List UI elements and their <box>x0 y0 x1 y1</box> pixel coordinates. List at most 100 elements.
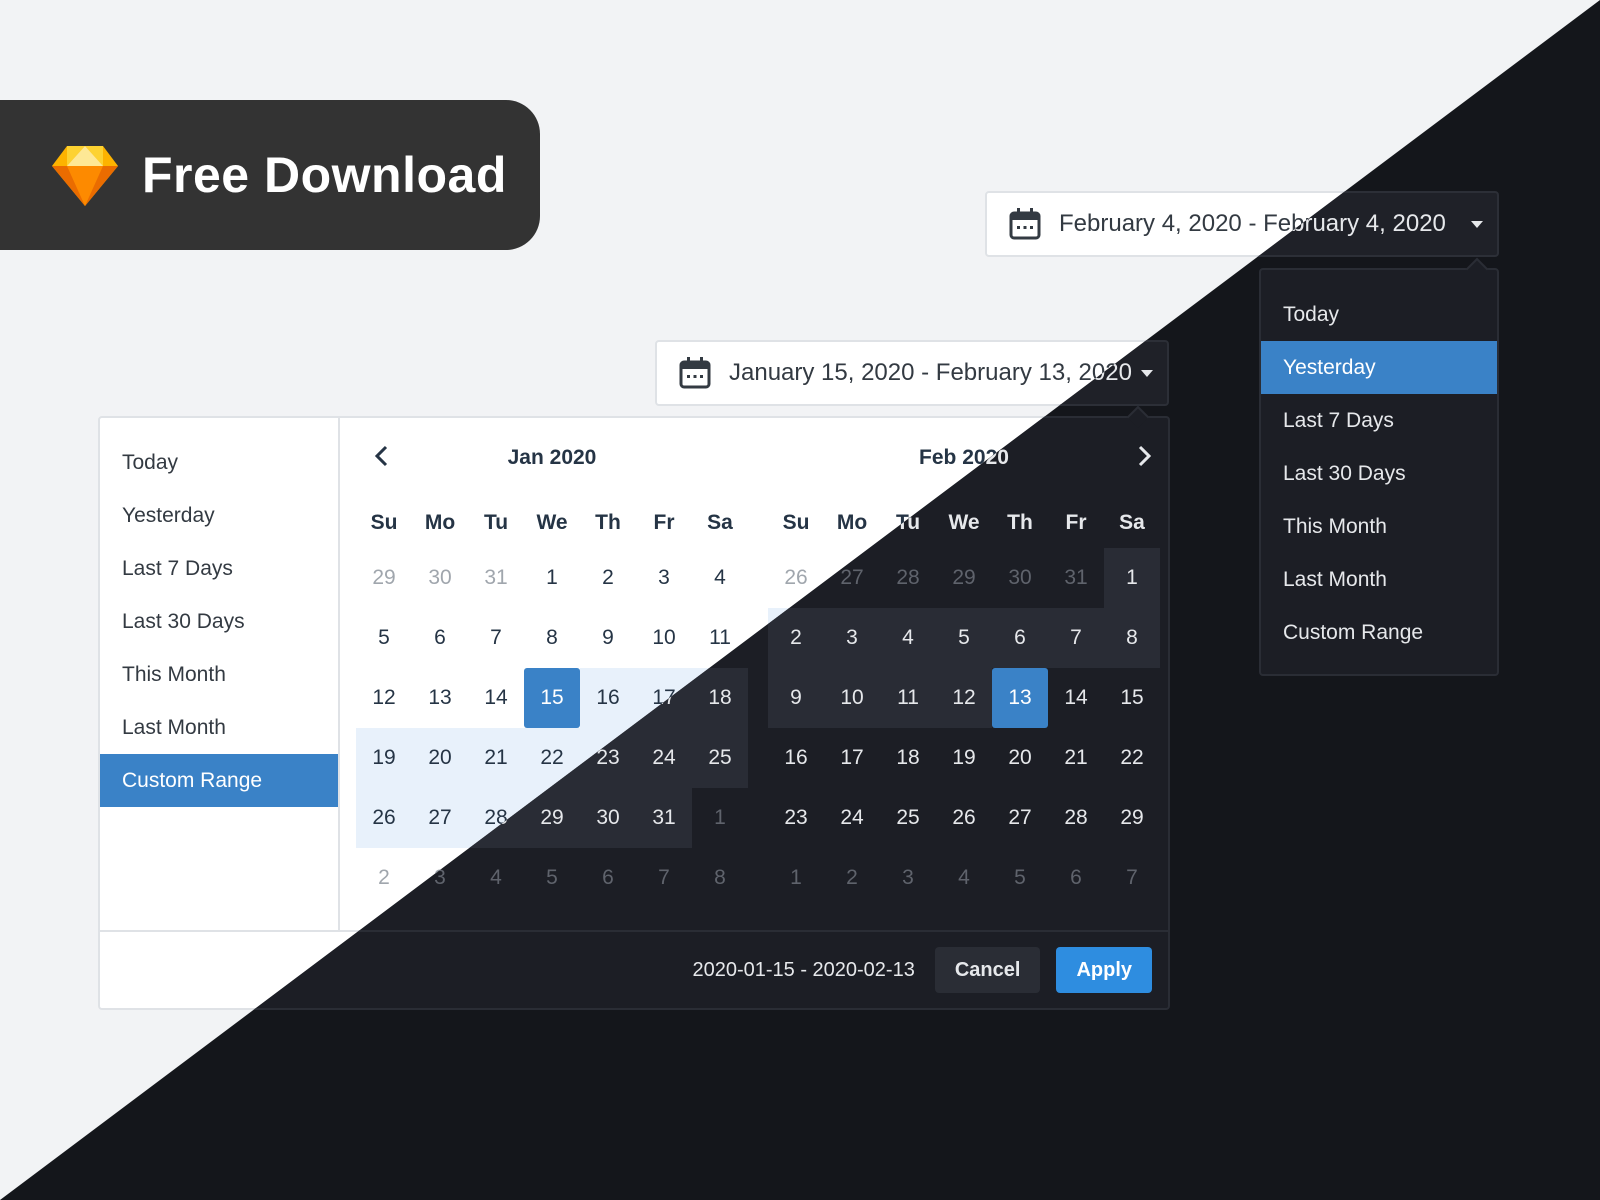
day-cell[interactable]: 28 <box>1048 788 1104 848</box>
day-cell[interactable]: 17 <box>824 728 880 788</box>
day-cell[interactable]: 26 <box>936 788 992 848</box>
range-option[interactable]: Custom Range <box>100 754 338 807</box>
popover-arrow <box>1465 257 1489 281</box>
caret-down-icon[interactable] <box>1141 369 1153 377</box>
day-cell[interactable]: 19 <box>356 728 412 788</box>
day-cell[interactable]: 24 <box>636 728 692 788</box>
day-cell[interactable]: 20 <box>412 728 468 788</box>
day-cell[interactable]: 7 <box>636 848 692 908</box>
range-option[interactable]: This Month <box>1261 500 1497 553</box>
day-cell[interactable]: 3 <box>636 548 692 608</box>
day-cell[interactable]: 27 <box>992 788 1048 848</box>
day-cell[interactable]: 5 <box>356 608 412 668</box>
day-cell[interactable]: 5 <box>936 608 992 668</box>
day-cell[interactable]: 21 <box>468 728 524 788</box>
weekday-label: Fr <box>653 511 675 534</box>
day-cell[interactable]: 23 <box>768 788 824 848</box>
day-cell[interactable]: 1 <box>524 548 580 608</box>
day-cell[interactable]: 29 <box>1104 788 1160 848</box>
weekday-label: Mo <box>836 511 868 534</box>
day-cell[interactable]: 4 <box>880 608 936 668</box>
day-cell[interactable]: 18 <box>692 668 748 728</box>
weekday-label: Su <box>370 511 398 534</box>
range-option[interactable]: Last 7 Days <box>100 542 338 595</box>
day-cell[interactable]: 26 <box>356 788 412 848</box>
day-cell[interactable]: 6 <box>1048 848 1104 908</box>
day-cell[interactable]: 31 <box>468 548 524 608</box>
day-cell[interactable]: 11 <box>880 668 936 728</box>
day-cell[interactable]: 9 <box>580 608 636 668</box>
day-cell[interactable]: 30 <box>412 548 468 608</box>
range-option[interactable]: Today <box>1261 288 1497 341</box>
weekday-header: Su Mo Tu We Th Fr Sa <box>356 488 748 548</box>
day-cell[interactable]: 1 <box>1104 548 1160 608</box>
day-cell[interactable]: 31 <box>636 788 692 848</box>
day-cell[interactable]: 7 <box>1048 608 1104 668</box>
day-cell[interactable]: 29 <box>936 548 992 608</box>
day-cell[interactable]: 1 <box>768 848 824 908</box>
day-cell[interactable]: 30 <box>992 548 1048 608</box>
day-cell[interactable]: 10 <box>824 668 880 728</box>
day-cell[interactable]: 1 <box>692 788 748 848</box>
range-option[interactable]: Last 30 Days <box>1261 447 1497 500</box>
day-cell[interactable]: 15 <box>524 668 580 728</box>
caret-down-icon[interactable] <box>1471 220 1483 228</box>
day-cell[interactable]: 15 <box>1104 668 1160 728</box>
free-download-banner[interactable]: Free Download <box>0 100 540 250</box>
day-cell[interactable]: 19 <box>936 728 992 788</box>
day-cell[interactable]: 25 <box>880 788 936 848</box>
day-cell[interactable]: 13 <box>992 668 1048 728</box>
day-cell[interactable]: 20 <box>992 728 1048 788</box>
range-option[interactable]: Yesterday <box>1261 341 1497 394</box>
day-cell[interactable]: 12 <box>356 668 412 728</box>
day-cell[interactable]: 3 <box>824 608 880 668</box>
day-cell[interactable]: 14 <box>1048 668 1104 728</box>
day-cell[interactable]: 4 <box>936 848 992 908</box>
day-cell[interactable]: 5 <box>524 848 580 908</box>
range-option[interactable]: Last 30 Days <box>100 595 338 648</box>
day-cell[interactable]: 25 <box>692 728 748 788</box>
day-cell[interactable]: 8 <box>1104 608 1160 668</box>
day-cell[interactable]: 22 <box>1104 728 1160 788</box>
day-cell[interactable]: 9 <box>768 668 824 728</box>
range-option[interactable]: Last Month <box>100 701 338 754</box>
range-option[interactable]: Last Month <box>1261 553 1497 606</box>
day-cell[interactable]: 4 <box>468 848 524 908</box>
day-cell[interactable]: 13 <box>412 668 468 728</box>
range-option[interactable]: Yesterday <box>100 489 338 542</box>
day-cell[interactable]: 16 <box>768 728 824 788</box>
day-cell[interactable]: 29 <box>356 548 412 608</box>
day-cell[interactable]: 12 <box>936 668 992 728</box>
apply-button[interactable]: Apply <box>1056 947 1152 993</box>
day-cell[interactable]: 8 <box>524 608 580 668</box>
day-cell[interactable]: 7 <box>468 608 524 668</box>
week-row: 23242526272829 <box>768 788 1160 848</box>
day-cell[interactable]: 4 <box>692 548 748 608</box>
weekday-label: We <box>536 511 568 534</box>
day-cell[interactable]: 14 <box>468 668 524 728</box>
day-cell[interactable]: 8 <box>692 848 748 908</box>
range-option[interactable]: Last 7 Days <box>1261 394 1497 447</box>
range-option[interactable]: Custom Range <box>1261 606 1497 659</box>
day-cell[interactable]: 6 <box>992 608 1048 668</box>
day-cell[interactable]: 31 <box>1048 548 1104 608</box>
day-cell[interactable]: 6 <box>412 608 468 668</box>
day-cell[interactable]: 6 <box>580 848 636 908</box>
date-range-text: January 15, 2020 - February 13, 2020 <box>729 359 1132 386</box>
day-cell[interactable]: 2 <box>580 548 636 608</box>
range-option[interactable]: Today <box>100 436 338 489</box>
day-cell[interactable]: 28 <box>880 548 936 608</box>
day-cell[interactable]: 7 <box>1104 848 1160 908</box>
day-cell[interactable]: 18 <box>880 728 936 788</box>
day-cell[interactable]: 5 <box>992 848 1048 908</box>
day-cell[interactable]: 2 <box>824 848 880 908</box>
day-cell[interactable]: 27 <box>412 788 468 848</box>
range-option[interactable]: This Month <box>100 648 338 701</box>
day-cell[interactable]: 10 <box>636 608 692 668</box>
day-cell[interactable]: 21 <box>1048 728 1104 788</box>
day-cell[interactable]: 16 <box>580 668 636 728</box>
cancel-button[interactable]: Cancel <box>934 947 1041 993</box>
day-cell[interactable]: 30 <box>580 788 636 848</box>
day-cell[interactable]: 24 <box>824 788 880 848</box>
day-cell[interactable]: 3 <box>880 848 936 908</box>
